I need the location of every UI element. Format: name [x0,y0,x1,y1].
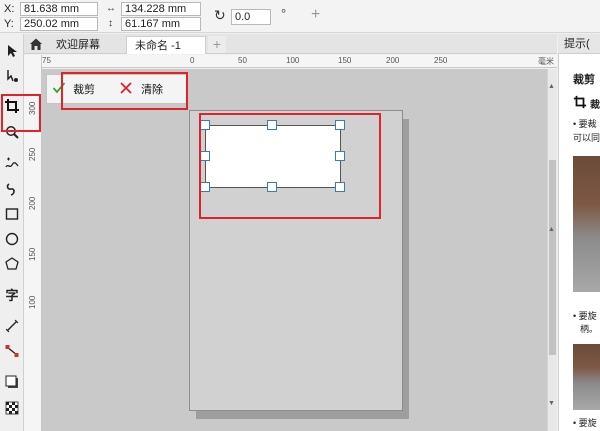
y-position-field[interactable]: 250.02 mm [20,17,98,31]
ruler-tick-label: 200 [386,56,400,65]
pick-tool-icon[interactable] [3,43,21,61]
ellipse-tool-icon[interactable] [3,231,21,249]
artistic-media-icon[interactable] [3,181,21,199]
connector-tool-icon[interactable] [3,343,21,361]
hint-line: • 要旋 [573,311,597,321]
polygon-tool-icon[interactable] [3,256,21,274]
ruler-tick-label: 75 [42,56,51,65]
x-label: X: [4,3,15,15]
x-position-field[interactable]: 81.638 mm [20,2,98,16]
new-tab-button[interactable]: + [208,36,226,53]
scroll-mid-icon[interactable]: ▲ [548,226,555,233]
hints-panel-title: 提示( [558,34,600,54]
ruler-tick-label: 0 [190,56,195,65]
hint-line: 柄。 [580,324,599,334]
tab-welcome-screen[interactable]: 欢迎屏幕 [56,36,100,54]
ruler-tick-label: 50 [238,56,247,65]
hint-image [573,156,600,292]
ruler-tick-label: 100 [286,56,300,65]
shape-tool-icon[interactable] [3,68,21,86]
drop-shadow-icon[interactable] [3,374,21,392]
hint-line: • 要裁 [573,119,597,129]
crop-area-highlight [199,113,381,219]
hint-line: • 要旋 [573,418,597,428]
ruler-tick-label: 100 [28,295,37,309]
rectangle-tool-icon[interactable] [3,206,21,224]
rotate-icon: ↻ [214,7,226,23]
height-icon: ↕ [108,18,113,29]
document-tab-bar: 欢迎屏幕 未命名 -1 + [22,34,557,54]
hint-image [573,344,600,410]
hints-heading: 裁剪 [573,74,595,86]
hint-line: 可以同 [573,133,600,143]
scrollbar-thumb[interactable] [549,160,556,355]
y-label: Y: [4,18,14,30]
add-button[interactable]: + [311,6,320,24]
ruler-tick-label: 200 [28,196,37,210]
hints-crop-tool-icon [573,95,587,111]
dimension-tool-icon[interactable] [3,318,21,336]
ruler-units: 毫米 [538,57,554,66]
scroll-up-icon[interactable]: ▲ [548,83,555,90]
height-field[interactable]: 61.167 mm [121,17,201,31]
ruler-tick-label: 250 [434,56,448,65]
text-tool-icon[interactable]: 字 [3,287,21,305]
freehand-tool-icon[interactable] [3,156,21,174]
width-icon: ↔ [106,3,116,14]
crop-popup-highlight [61,72,188,110]
width-field[interactable]: 134.228 mm [121,2,201,16]
rotation-field[interactable]: 0.0 [231,9,271,25]
crop-tool-highlight [1,94,41,132]
transparency-tool-icon[interactable] [3,400,21,418]
hints-tool-label: 裁 [590,100,600,111]
scroll-down-icon[interactable]: ▼ [548,400,555,407]
degree-symbol: ° [281,6,287,21]
property-bar: X: 81.638 mm Y: 250.02 mm ↔ 134.228 mm ↕… [0,0,600,33]
ruler-tick-label: 150 [338,56,352,65]
ruler-tick-label: 250 [28,147,37,161]
home-icon[interactable] [29,37,43,51]
tab-untitled-1[interactable]: 未命名 -1 [126,36,206,54]
ruler-tick-label: 150 [28,247,37,261]
horizontal-ruler: 75 0 50 100 150 200 250 毫米 [42,55,557,68]
